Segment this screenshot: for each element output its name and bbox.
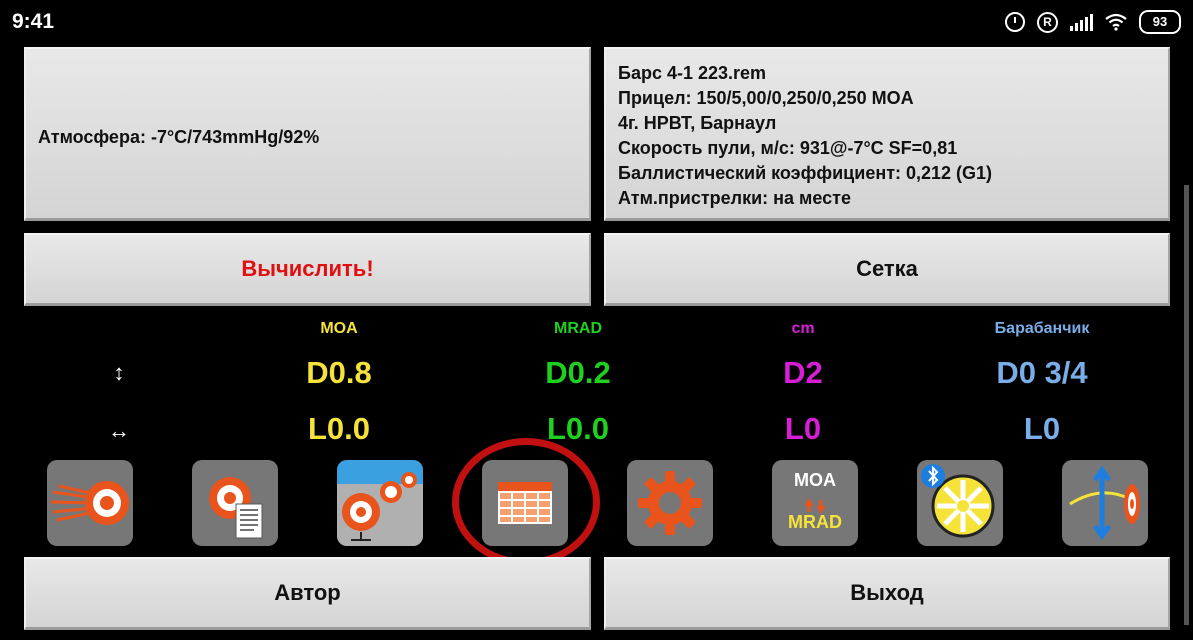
moa-horizontal-value: L0.0 [307,411,371,446]
trajectory-icon [1069,465,1140,541]
status-time: 9:41 [12,10,55,33]
shot-target-tool-button[interactable] [47,460,133,546]
unit-toggle-tool-button[interactable]: MOA MRAD [772,460,858,546]
multi-target-tool-button[interactable] [337,460,423,546]
calculate-button[interactable]: Вычислить! [24,233,591,306]
bluetooth-anemometer-icon [921,464,995,538]
ammo-info: 4г. НРВТ, Барнаул [618,113,777,133]
alarm-icon [1005,12,1025,32]
turret-header: Барабанчик [994,320,1090,337]
trajectory-tool-button[interactable] [1062,460,1148,546]
status-icons: R 93 [1005,10,1181,34]
moving-target-icon [50,481,129,525]
bullet-speed-info: Скорость пули, м/с: 931@-7°C SF=0,81 [618,138,958,158]
table-icon [498,482,552,524]
status-bar: 9:41 R 93 [0,0,1193,44]
exit-button[interactable]: Выход [604,557,1170,630]
atmosphere-text: Атмосфера: -7°C/743mmHg/92% [38,127,320,147]
target-document-icon [209,477,263,539]
battery-icon: 93 [1139,10,1181,34]
settings-tool-button[interactable] [627,460,713,546]
gear-icon [638,471,702,535]
mrad-horizontal-value: L0.0 [546,411,610,446]
unit-toggle-bottom-label: MRAD [788,512,842,532]
profile-info-lines: Барс 4-1 223.rem Прицел: 150/5,00/0,250/… [618,61,992,211]
moa-header: MOA [320,320,358,337]
multiple-targets-icon [337,460,423,546]
profile-name: Барс 4-1 223.rem [618,63,767,83]
cm-header: cm [791,320,815,337]
author-button[interactable]: Автор [24,557,591,630]
swap-arrows-icon [804,498,826,514]
cm-horizontal-value: L0 [784,411,822,446]
ballistic-table-tool-button[interactable] [482,460,568,546]
vertical-arrows-icon: ↕ [113,360,125,385]
mrad-vertical-value: D0.2 [545,355,611,390]
reticle-button[interactable]: Сетка [604,233,1170,306]
ballistic-coefficient-info: Баллистический коэффициент: 0,212 (G1) [618,163,993,183]
wifi-icon [1105,13,1127,31]
atmosphere-panel[interactable]: Атмосфера: -7°C/743mmHg/92% [24,47,591,221]
scrollbar[interactable] [1184,185,1189,625]
turret-vertical-value: D0 3/4 [996,355,1088,390]
zero-atmosphere-info: Атм.пристрелки: на месте [618,188,851,208]
turret-horizontal-value: L0 [1023,411,1061,446]
registered-icon: R [1037,11,1058,33]
horizontal-arrows-icon: ↔ [108,418,130,443]
profile-info-panel[interactable]: Барс 4-1 223.rem Прицел: 150/5,00/0,250/… [604,47,1170,221]
scope-info: Прицел: 150/5,00/0,250/0,250 MOA [618,88,914,108]
signal-icon [1070,13,1093,31]
bluetooth-wind-tool-button[interactable] [917,460,1003,546]
mrad-header: MRAD [554,320,602,337]
target-report-tool-button[interactable] [192,460,278,546]
moa-vertical-value: D0.8 [306,355,372,390]
cm-vertical-value: D2 [783,355,823,390]
